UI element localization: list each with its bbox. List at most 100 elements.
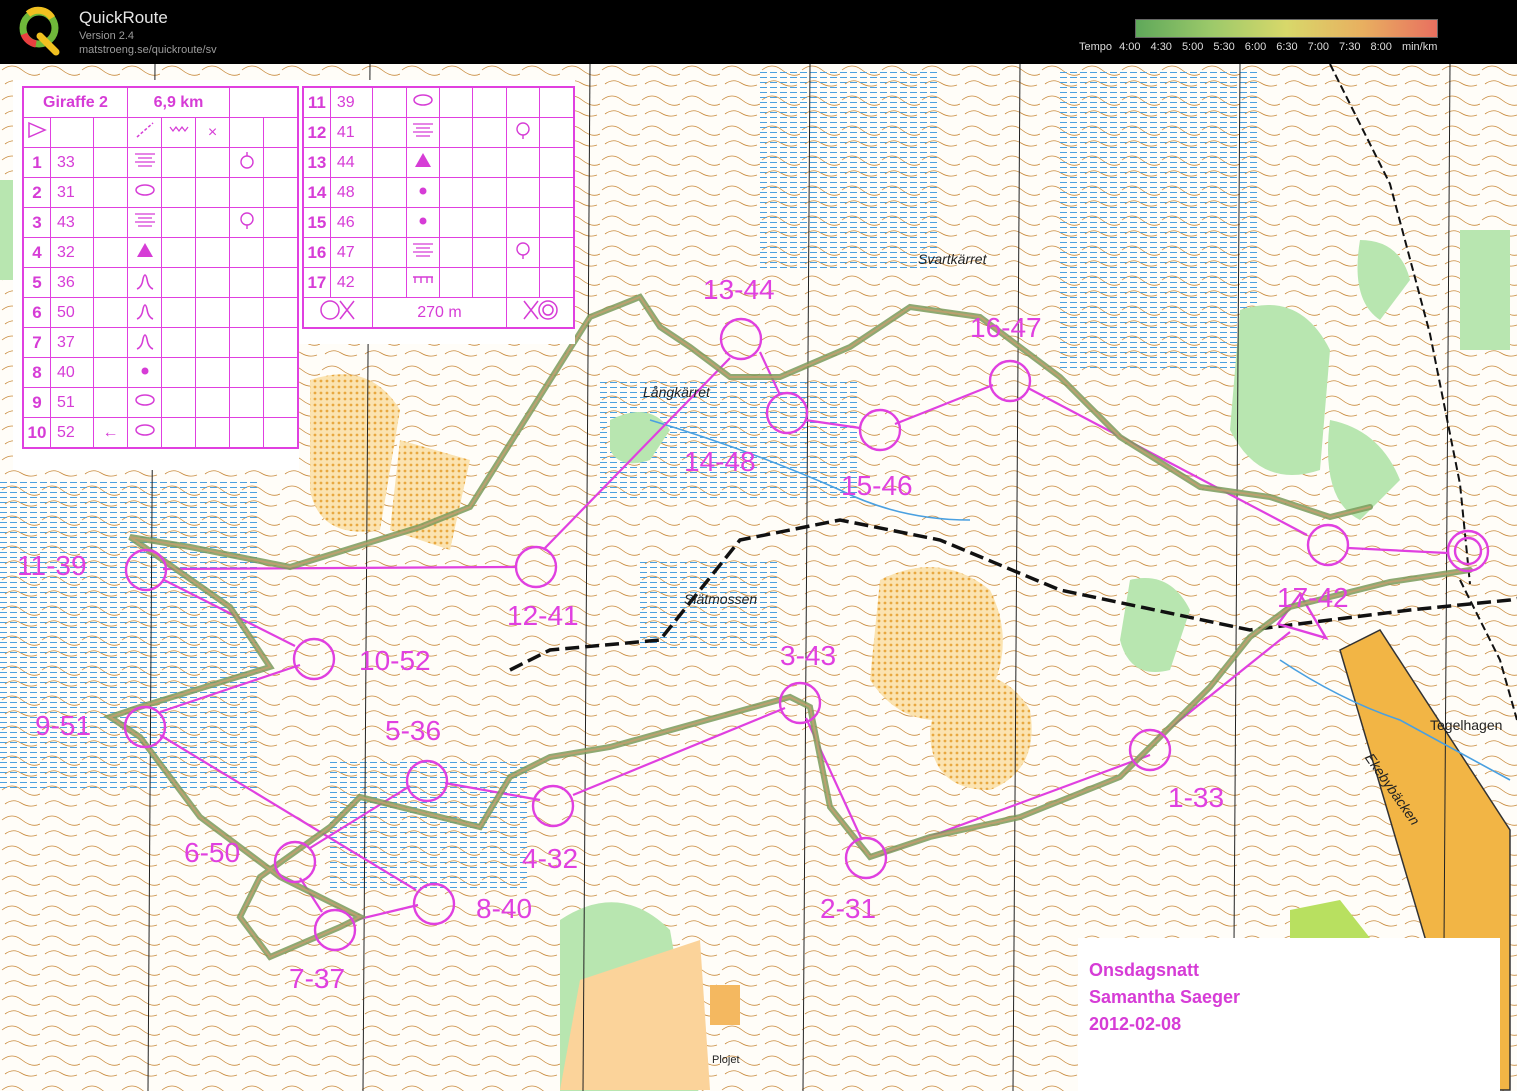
app-version: Version 2.4	[79, 30, 135, 42]
place-plojet: Plojet	[712, 1054, 740, 1066]
control-number: 1	[22, 147, 51, 178]
control-code: 32	[50, 237, 94, 268]
control-number: 14	[302, 177, 331, 208]
control-row: 17 42	[302, 267, 575, 298]
control-row: 13 44	[302, 147, 575, 178]
control-number: 8	[22, 357, 51, 388]
control-label-7: 7-37	[289, 963, 346, 994]
control-row: 14 48	[302, 177, 575, 208]
control-label-1: 1-33	[1168, 782, 1225, 813]
control-label-12: 12-41	[507, 600, 579, 631]
triangle-icon	[127, 237, 162, 268]
triangle-icon	[405, 147, 441, 178]
control-code: 52	[50, 417, 94, 449]
control-label-10: 10-52	[359, 645, 431, 676]
control-code: 46	[329, 207, 374, 238]
event-info-box: Onsdagsnatt Samantha Saeger 2012-02-08	[1078, 938, 1500, 1091]
place-svartkarret: Svartkärret	[918, 251, 987, 267]
path-symbol-icon	[127, 117, 162, 148]
finish-distance: 270 m	[372, 297, 507, 329]
spur-icon	[127, 297, 162, 328]
description-table-left: Giraffe 2 6,9 km × 1 33 2 31 3 43 4 32 5 36 6 50 7 37…	[22, 86, 299, 449]
control-row: 8 40	[22, 357, 299, 388]
control-row: 2 31	[22, 177, 299, 208]
course-length: 6,9 km	[127, 86, 230, 118]
place-tegelhagen: Tegelhagen	[1430, 717, 1503, 733]
control-label-13: 13-44	[703, 274, 775, 305]
control-description-sheet-left: Giraffe 2 6,9 km × 1 33 2 31 3 43 4 32 5 36 6 50 7 37…	[13, 80, 299, 470]
control-code: 33	[50, 147, 94, 178]
control-number: 4	[22, 237, 51, 268]
control-code: 39	[329, 86, 374, 118]
depression-icon	[127, 387, 162, 418]
control-label-6: 6-50	[184, 837, 241, 868]
dot-icon	[127, 357, 162, 388]
control-label-5: 5-36	[385, 715, 442, 746]
terrace-icon	[127, 207, 162, 238]
app-header: QuickRoute Version 2.4 matstroeng.se/qui…	[0, 0, 1517, 64]
control-code: 41	[329, 117, 374, 148]
tempo-label: Tempo	[1079, 41, 1113, 53]
control-description-sheet-right: 11 39 12 41 13 44 14 48 15 46 16 47 17 42 270 m	[299, 80, 575, 344]
control-label-4: 4-32	[522, 843, 579, 874]
control-row: 3 43	[22, 207, 299, 238]
control-code: 50	[50, 297, 94, 328]
control-number: 2	[22, 177, 51, 208]
spur-icon	[127, 267, 162, 298]
control-code: 36	[50, 267, 94, 298]
event-date: 2012-02-08	[1089, 1014, 1182, 1034]
control-label-3: 3-43	[780, 640, 837, 671]
control-number: 17	[302, 267, 331, 298]
control-number: 13	[302, 147, 331, 178]
control-number: 10	[22, 417, 51, 449]
location-detail-icon	[505, 117, 541, 148]
control-label-2: 2-31	[820, 893, 877, 924]
spur-icon	[127, 327, 162, 358]
tempo-scale-labels: Tempo 4:00 4:30 5:00 5:30 6:00 6:30 7:00 7:30 8:…	[1079, 41, 1437, 53]
app-title: QuickRoute	[79, 8, 168, 27]
control-number: 15	[302, 207, 331, 238]
depression-icon	[405, 86, 441, 118]
dot-icon	[405, 177, 441, 208]
tempo-tick-label: 5:30	[1213, 41, 1235, 53]
control-row: 6 50	[22, 297, 299, 328]
control-row: 12 41	[302, 117, 575, 148]
control-row: 5 36	[22, 267, 299, 298]
place-slatmossen: Slätmossen	[684, 591, 758, 607]
tempo-unit: min/km	[1401, 41, 1438, 53]
tempo-tick-label: 4:30	[1150, 41, 1172, 53]
description-table-right: 11 39 12 41 13 44 14 48 15 46 16 47 17 42 270 m	[302, 86, 575, 329]
vegetation-symbol-icon	[161, 117, 196, 148]
tempo-ticks: 4:00 4:30 5:00 5:30 6:00 6:30 7:00 7:30 8:00	[1109, 41, 1392, 53]
location-detail-icon	[229, 207, 264, 238]
tempo-color-scale	[1135, 19, 1438, 38]
control-code: 31	[50, 177, 94, 208]
course-name: Giraffe 2	[22, 86, 128, 118]
control-number: 6	[22, 297, 51, 328]
control-row: 15 46	[302, 207, 575, 238]
app-url[interactable]: matstroeng.se/quickroute/sv	[79, 44, 217, 56]
quickroute-logo-icon	[19, 6, 60, 56]
control-code: 42	[329, 267, 374, 298]
runner-name: Samantha Saeger	[1089, 987, 1241, 1007]
event-name: Onsdagsnatt	[1089, 960, 1200, 980]
control-number: 12	[302, 117, 331, 148]
control-row: 10 52 ←	[22, 417, 299, 449]
wall-icon	[405, 267, 441, 298]
cross-symbol-icon: ×	[195, 117, 230, 148]
control-number: 9	[22, 387, 51, 418]
control-code: 40	[50, 357, 94, 388]
terrace-icon	[405, 237, 441, 268]
control-number: 11	[302, 86, 331, 118]
control-code: 51	[50, 387, 94, 418]
control-number: 7	[22, 327, 51, 358]
control-label-8: 8-40	[476, 893, 533, 924]
control-label-9: 9-51	[35, 710, 92, 741]
control-row: 9 51	[22, 387, 299, 418]
control-code: 43	[50, 207, 94, 238]
control-row: 16 47	[302, 237, 575, 268]
control-label-11: 11-39	[17, 550, 87, 581]
finish-start-icon	[302, 297, 374, 329]
control-label-14: 14-48	[684, 446, 756, 477]
dot-icon	[405, 207, 441, 238]
